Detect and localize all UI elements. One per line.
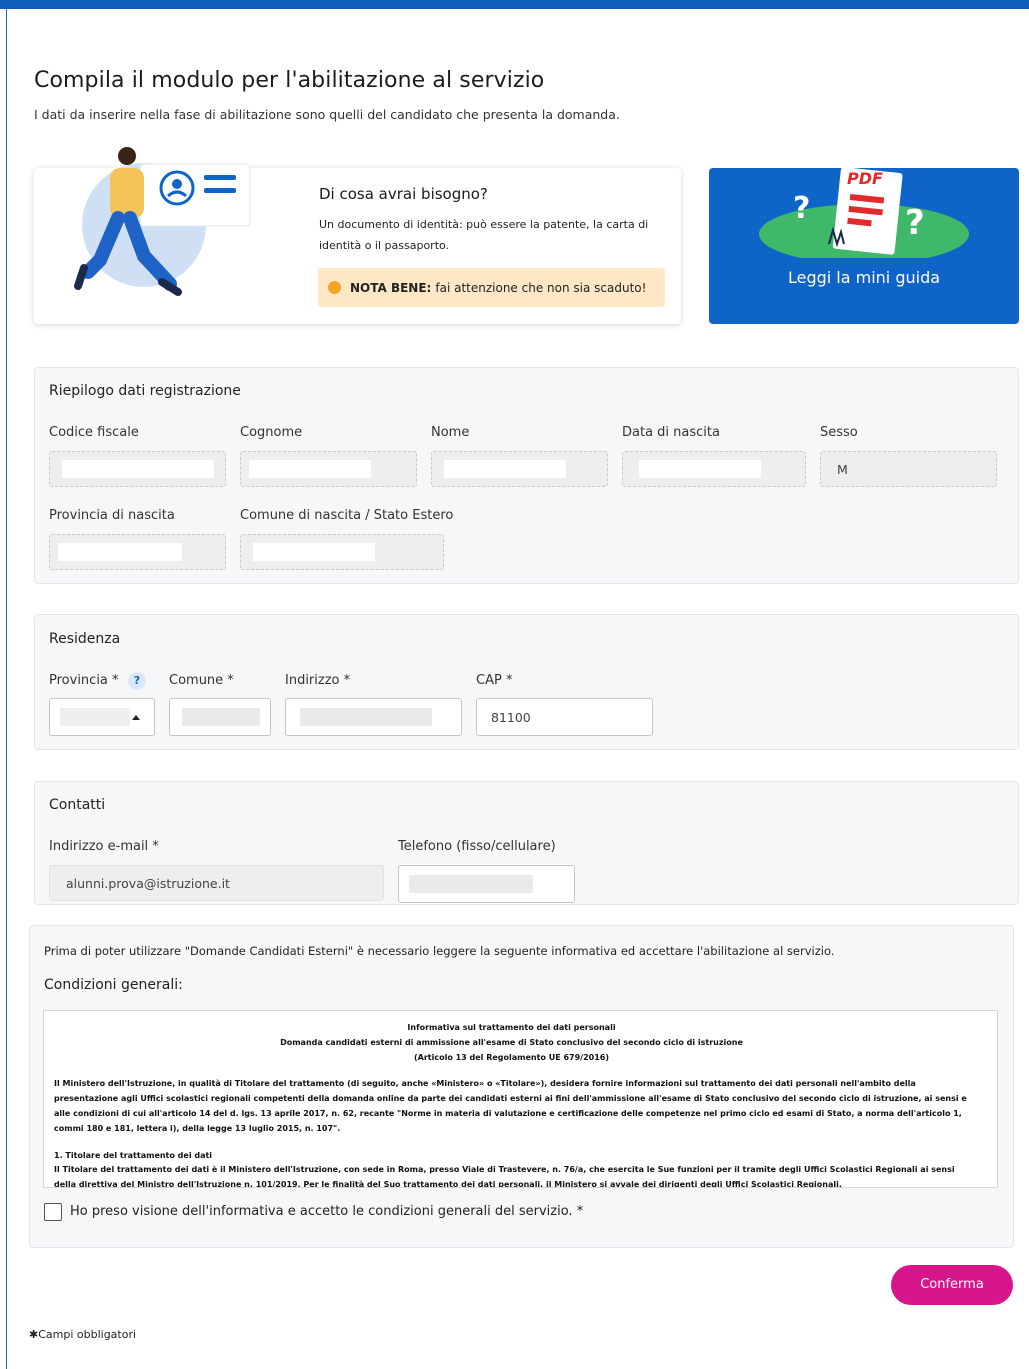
- email-label: Indirizzo e-mail *: [49, 839, 159, 854]
- data-nascita-field: [622, 451, 806, 487]
- terms-intro: Prima di poter utilizzare "Domande Candi…: [44, 944, 835, 958]
- accept-terms-label: Ho preso visione dell'informativa e acce…: [70, 1204, 584, 1219]
- page-title: Compila il modulo per l'abilitazione al …: [34, 68, 545, 93]
- terms-doc-title-2: Domanda candidati esterni di ammissione …: [280, 1037, 743, 1047]
- telefono-input[interactable]: [398, 865, 575, 903]
- cap-label: CAP *: [476, 673, 513, 688]
- cognome-label: Cognome: [240, 425, 303, 440]
- caret-up-icon: [132, 715, 140, 720]
- sesso-label: Sesso: [820, 425, 858, 440]
- requirements-title: Di cosa avrai bisogno?: [319, 185, 488, 203]
- provincia-select[interactable]: [49, 698, 155, 736]
- terms-scroll-box[interactable]: Informativa sul trattamento dei dati per…: [43, 1010, 998, 1188]
- cap-input[interactable]: 81100: [476, 698, 653, 736]
- comune-input[interactable]: [169, 698, 271, 736]
- email-value: alunni.prova@istruzione.it: [66, 876, 230, 891]
- provincia-label: Provincia *: [49, 673, 119, 688]
- mini-guide-button[interactable]: PDF ? ? Leggi la mini guida: [709, 167, 1019, 324]
- sesso-field: M: [820, 451, 997, 487]
- note-banner: NOTA BENE: fai attenzione che non sia sc…: [318, 268, 665, 307]
- question-mark-right-icon: ?: [905, 203, 925, 243]
- email-field: alunni.prova@istruzione.it: [49, 865, 384, 901]
- page: Compila il modulo per l'abilitazione al …: [0, 0, 1029, 1369]
- required-fields-text: Campi obbligatori: [38, 1328, 137, 1341]
- terms-doc-title-1: Informativa sul trattamento dei dati per…: [407, 1023, 616, 1032]
- terms-content: Informativa sul trattamento dei dati per…: [44, 1011, 979, 1188]
- terms-paragraph-2: Il Titolare del trattamento dei dati è i…: [54, 1165, 955, 1188]
- note-text: fai attenzione che non sia scaduto!: [435, 280, 647, 295]
- comune-nascita-label: Comune di nascita / Stato Estero: [240, 508, 454, 523]
- asterisk-icon: ✱: [29, 1328, 39, 1341]
- data-nascita-label: Data di nascita: [622, 425, 720, 440]
- cognome-field: [240, 451, 417, 487]
- indirizzo-label: Indirizzo *: [285, 673, 351, 688]
- warning-dot-icon: [328, 281, 341, 294]
- question-mark-left-icon: ?: [793, 191, 810, 226]
- provincia-nascita-label: Provincia di nascita: [49, 508, 175, 523]
- nome-field: [431, 451, 608, 487]
- accept-terms-checkbox[interactable]: [44, 1203, 62, 1221]
- comune-nascita-field: [240, 534, 444, 570]
- pdf-label: PDF: [847, 169, 883, 188]
- confirm-button[interactable]: Conferma: [891, 1265, 1013, 1305]
- sesso-value: M: [837, 462, 848, 477]
- telefono-label: Telefono (fisso/cellulare): [398, 839, 556, 854]
- terms-section-1: 1. Titolare del trattamento dei dati: [54, 1150, 213, 1160]
- residence-title: Residenza: [49, 631, 121, 647]
- codice-fiscale-label: Codice fiscale: [49, 425, 139, 440]
- cap-value: 81100: [491, 710, 531, 725]
- nome-label: Nome: [431, 425, 470, 440]
- indirizzo-input[interactable]: [285, 698, 462, 736]
- contacts-title: Contatti: [49, 797, 106, 813]
- top-bar: [0, 0, 1029, 9]
- note-bold: NOTA BENE:: [350, 280, 432, 295]
- comune-label: Comune *: [169, 673, 234, 688]
- terms-paragraph-1: Il Ministero dell'Istruzione, in qualità…: [54, 1079, 967, 1133]
- terms-title: Condizioni generali:: [44, 977, 183, 993]
- mini-guide-label: Leggi la mini guida: [787, 268, 941, 287]
- help-icon[interactable]: ?: [128, 672, 146, 690]
- pdf-guide-icon: PDF ? ?: [759, 167, 969, 258]
- required-fields-note: ✱Campi obbligatori: [29, 1328, 136, 1341]
- person-id-card-illustration: [74, 147, 251, 296]
- terms-doc-title-3: (Articolo 13 del Regolamento UE 679/2016…: [413, 1052, 610, 1062]
- provincia-nascita-field: [49, 534, 226, 570]
- page-subtitle: I dati da inserire nella fase di abilita…: [34, 107, 620, 122]
- codice-fiscale-field: [49, 451, 226, 487]
- registration-summary-title: Riepilogo dati registrazione: [49, 383, 241, 399]
- requirements-text: Un documento di identità: può essere la …: [319, 218, 649, 252]
- left-border: [6, 9, 7, 1369]
